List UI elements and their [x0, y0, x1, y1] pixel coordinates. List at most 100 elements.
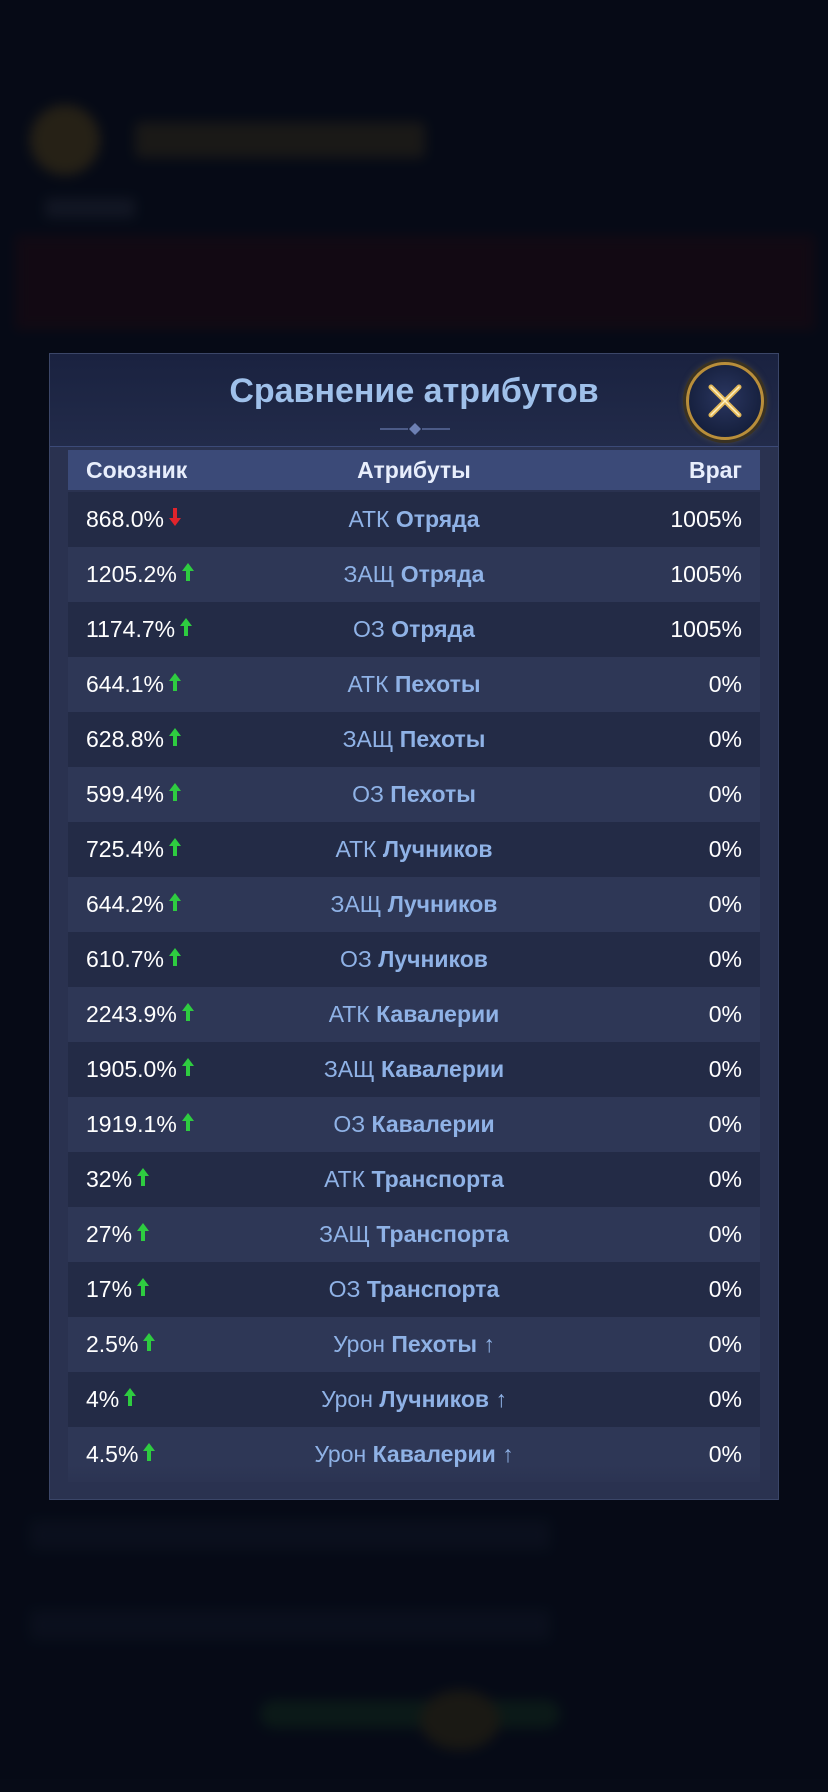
ally-value-cell: 2243.9%: [68, 1001, 268, 1028]
ally-value-cell: 1905.0%: [68, 1056, 268, 1083]
dialog-title: Сравнение атрибутов: [229, 372, 599, 410]
arrow-up-icon: [136, 1221, 150, 1248]
attribute-name-cell: ЗАЩ Кавалерии: [268, 1056, 560, 1083]
arrow-up-icon: [168, 836, 182, 863]
attribute-name-cell: Урон Кавалерии ↑: [268, 1441, 560, 1468]
ally-value-cell: 32%: [68, 1166, 268, 1193]
attribute-prefix: ОЗ: [328, 1276, 361, 1302]
attribute-name: Отряда: [391, 616, 475, 642]
attribute-comparison-dialog: Сравнение атрибутов Союзник Атрибуты Вра…: [49, 353, 779, 1500]
scroll-fade: [50, 1465, 778, 1499]
attribute-name-cell: Урон Лучников ↑: [268, 1386, 560, 1413]
enemy-value: 0%: [708, 946, 742, 972]
ally-value: 17%: [86, 1276, 133, 1302]
ally-value-cell: 1174.7%: [68, 616, 268, 643]
attribute-prefix: ЗАЩ: [342, 726, 394, 752]
arrow-up-icon: [142, 1331, 156, 1358]
attribute-name: Лучников: [387, 891, 498, 917]
attribute-name-cell: АТК Кавалерии: [268, 1001, 560, 1028]
ally-value: 644.1%: [86, 671, 165, 697]
table-row: 1919.1% ОЗ Кавалерии 0%: [68, 1097, 760, 1152]
ally-value-cell: 4%: [68, 1386, 268, 1413]
ally-value-cell: 4.5%: [68, 1441, 268, 1468]
attribute-prefix: ЗАЩ: [330, 891, 382, 917]
enemy-value: 0%: [708, 1166, 742, 1192]
attribute-suffix-arrow: ↑: [495, 1386, 507, 1412]
attribute-prefix: АТК: [328, 1001, 370, 1027]
table-row: 4% Урон Лучников ↑ 0%: [68, 1372, 760, 1427]
ally-value: 725.4%: [86, 836, 165, 862]
table-row: 628.8% ЗАЩ Пехоты 0%: [68, 712, 760, 767]
enemy-value: 0%: [708, 726, 742, 752]
arrow-up-icon: [168, 671, 182, 698]
enemy-value: 0%: [708, 671, 742, 697]
enemy-value: 0%: [708, 836, 742, 862]
attribute-name: Транспорта: [376, 1221, 509, 1247]
arrow-up-icon: [168, 726, 182, 753]
table-row: 2243.9% АТК Кавалерии 0%: [68, 987, 760, 1042]
attribute-name: Транспорта: [371, 1166, 504, 1192]
attribute-name: Транспорта: [366, 1276, 500, 1302]
attribute-name-cell: АТК Лучников: [268, 836, 560, 863]
arrow-up-icon: [181, 1056, 195, 1083]
enemy-value: 0%: [708, 1111, 742, 1137]
ally-value-cell: 1205.2%: [68, 561, 268, 588]
attribute-name: Отряда: [400, 561, 485, 587]
ally-value-cell: 17%: [68, 1276, 268, 1303]
enemy-value: 0%: [708, 1331, 742, 1357]
dialog-header: Сравнение атрибутов: [50, 354, 778, 447]
attribute-prefix: ЗАЩ: [323, 1056, 375, 1082]
attribute-name: Кавалерии: [372, 1441, 496, 1467]
enemy-value: 0%: [708, 1386, 742, 1412]
arrow-down-icon: [168, 506, 182, 533]
table-row: 725.4% АТК Лучников 0%: [68, 822, 760, 877]
attribute-name-cell: ОЗ Лучников: [268, 946, 560, 973]
attribute-name-cell: ОЗ Отряда: [268, 616, 560, 643]
attribute-prefix: Урон: [314, 1441, 367, 1467]
enemy-value: 0%: [708, 1056, 742, 1082]
attribute-name: Пехоты: [391, 1331, 477, 1357]
table-row: 1174.7% ОЗ Отряда 1005%: [68, 602, 760, 657]
ally-value: 27%: [86, 1221, 133, 1247]
table-row: 599.4% ОЗ Пехоты 0%: [68, 767, 760, 822]
attribute-prefix: ОЗ: [333, 1111, 366, 1137]
table-row: 868.0% АТК Отряда 1005%: [68, 492, 760, 547]
enemy-value: 1005%: [670, 616, 742, 642]
ally-value-cell: 628.8%: [68, 726, 268, 753]
ally-value-cell: 599.4%: [68, 781, 268, 808]
attribute-name-cell: Урон Пехоты ↑: [268, 1331, 560, 1358]
arrow-up-icon: [181, 1111, 195, 1138]
arrow-up-icon: [142, 1441, 156, 1468]
attribute-name: Пехоты: [394, 671, 481, 697]
ally-value: 32%: [86, 1166, 133, 1192]
enemy-value: 0%: [708, 1221, 742, 1247]
attribute-prefix: АТК: [335, 836, 377, 862]
ally-value: 4%: [86, 1386, 120, 1412]
attribute-name-cell: ОЗ Кавалерии: [268, 1111, 560, 1138]
attribute-prefix: ЗАЩ: [319, 1221, 370, 1247]
table-row: 2.5% Урон Пехоты ↑ 0%: [68, 1317, 760, 1372]
enemy-value: 0%: [708, 1276, 742, 1302]
ally-value: 610.7%: [86, 946, 165, 972]
attribute-name: Лучников: [378, 946, 488, 972]
attribute-suffix-arrow: ↑: [502, 1441, 514, 1467]
ally-value: 599.4%: [86, 781, 165, 807]
column-ally: Союзник: [86, 456, 188, 483]
enemy-value: 0%: [708, 781, 742, 807]
attribute-name: Пехоты: [390, 781, 476, 807]
ally-value: 1905.0%: [86, 1056, 177, 1082]
attribute-table[interactable]: 868.0% АТК Отряда 1005% 1205.2% ЗАЩ Отряда 10…: [68, 492, 760, 1492]
arrow-up-icon: [136, 1276, 150, 1303]
close-icon: [708, 384, 742, 418]
ally-value-cell: 2.5%: [68, 1331, 268, 1358]
table-row: 27% ЗАЩ Транспорта 0%: [68, 1207, 760, 1262]
ally-value-cell: 725.4%: [68, 836, 268, 863]
close-button[interactable]: [686, 362, 764, 440]
attribute-suffix-arrow: ↑: [483, 1331, 495, 1357]
ally-value: 4.5%: [86, 1441, 139, 1467]
table-row: 644.2% ЗАЩ Лучников 0%: [68, 877, 760, 932]
ally-value-cell: 644.1%: [68, 671, 268, 698]
attribute-name-cell: АТК Транспорта: [268, 1166, 560, 1193]
attribute-prefix: Урон: [333, 1331, 385, 1357]
ally-value: 1205.2%: [86, 561, 177, 587]
